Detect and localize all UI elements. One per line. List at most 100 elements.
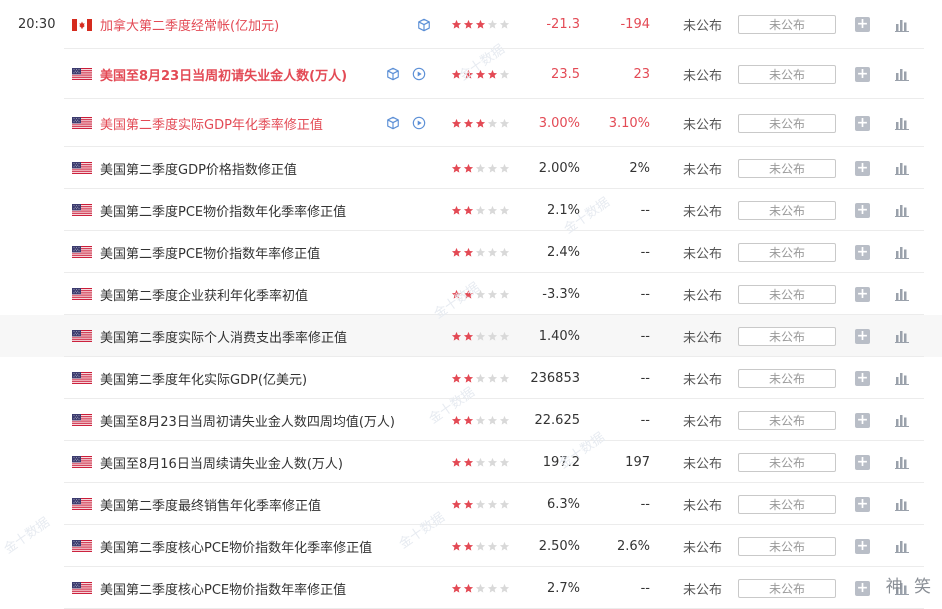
event-name[interactable]: 美国第二季度PCE物价指数年率修正值 [100, 231, 320, 273]
add-alert-cell: + [855, 0, 871, 49]
result-button[interactable]: 未公布 [738, 113, 836, 133]
star-icon [475, 583, 486, 594]
actual-value: 未公布 [683, 246, 723, 262]
event-name[interactable]: 美国第二季度核心PCE物价指数年化季率修正值 [100, 525, 372, 567]
plus-icon[interactable]: + [855, 202, 870, 218]
star-icon [451, 163, 462, 174]
event-name[interactable]: 美国第二季度年化实际GDP(亿美元) [100, 357, 307, 399]
event-name[interactable]: 美国第二季度最终销售年化季率修正值 [100, 483, 321, 525]
cube-icon[interactable] [386, 67, 400, 81]
table-row[interactable]: 美国第二季度PCE物价指数年化季率修正值 2.1% -- 未公布 未公布 + [0, 189, 942, 231]
chart-icon[interactable] [895, 231, 911, 273]
result-button[interactable]: 未公布 [738, 452, 836, 472]
table-row[interactable]: 美国第二季度实际GDP年化季率修正值 3.00% 3.10% 未公布 未公布 + [0, 99, 942, 147]
result-button[interactable]: 未公布 [738, 494, 836, 514]
previous-value: -21.3 [546, 17, 580, 32]
forecast-value: -- [640, 496, 650, 512]
event-name[interactable]: 美国至8月23日当周初请失业金人数(万人) [100, 49, 347, 99]
result-button[interactable]: 未公布 [738, 326, 836, 346]
event-name[interactable]: 美国第二季度实际GDP年化季率修正值 [100, 99, 323, 147]
previous-value: 2.50% [538, 538, 580, 554]
plus-icon[interactable]: + [855, 496, 870, 512]
plus-icon[interactable]: + [855, 115, 870, 131]
forecast-value: -- [640, 370, 650, 386]
plus-icon[interactable]: + [855, 370, 870, 386]
cube-icon[interactable] [386, 116, 400, 130]
event-name[interactable]: 美国第二季度企业获利年化季率初值 [100, 273, 308, 315]
chart-icon[interactable] [895, 147, 911, 189]
chart-icon[interactable] [895, 99, 911, 147]
table-row[interactable]: 美国第二季度最终销售年化季率修正值 6.3% -- 未公布 未公布 + [0, 483, 942, 525]
result-button[interactable]: 未公布 [738, 284, 836, 304]
result-button[interactable]: 未公布 [738, 242, 836, 262]
us-flag-icon [72, 273, 92, 315]
table-row[interactable]: 美国第二季度实际个人消费支出季率修正值 1.40% -- 未公布 未公布 + [0, 315, 942, 357]
result-button[interactable]: 未公布 [738, 536, 836, 556]
plus-icon[interactable]: + [855, 244, 870, 260]
table-row[interactable]: 美国第二季度GDP价格指数修正值 2.00% 2% 未公布 未公布 + [0, 147, 942, 189]
result-button[interactable]: 未公布 [738, 64, 836, 84]
previous-value: 236853 [530, 370, 580, 386]
plus-icon[interactable]: + [855, 286, 870, 302]
chart-icon[interactable] [895, 315, 911, 357]
chart-icon[interactable] [895, 483, 911, 525]
result-button[interactable]: 未公布 [738, 368, 836, 388]
table-row[interactable]: 美国第二季度核心PCE物价指数年化季率修正值 2.50% 2.6% 未公布 未公布 + [0, 525, 942, 567]
chart-icon[interactable] [895, 49, 911, 99]
plus-icon[interactable]: + [855, 454, 870, 470]
play-icon[interactable] [412, 116, 426, 130]
plus-icon[interactable]: + [855, 17, 870, 32]
plus-icon[interactable]: + [855, 160, 870, 176]
result-button[interactable]: 未公布 [738, 200, 836, 220]
add-alert-cell: + [855, 99, 871, 147]
plus-icon[interactable]: + [855, 328, 870, 344]
chart-icon[interactable] [895, 0, 911, 49]
star-icon [451, 247, 462, 258]
chart-icon[interactable] [895, 189, 911, 231]
actual-value: 未公布 [683, 330, 723, 346]
star-icon [499, 118, 510, 129]
table-row[interactable]: 美国至8月23日当周初请失业金人数四周均值(万人) 22.625 -- 未公布 未公布 + [0, 399, 942, 441]
chart-icon[interactable] [895, 441, 911, 483]
star-icon [451, 19, 462, 30]
table-row[interactable]: 美国第二季度企业获利年化季率初值 -3.3% -- 未公布 未公布 + [0, 273, 942, 315]
result-button[interactable]: 未公布 [738, 158, 836, 178]
event-name[interactable]: 美国第二季度实际个人消费支出季率修正值 [100, 315, 347, 357]
star-icon [475, 373, 486, 384]
importance-stars [451, 189, 511, 231]
chart-icon[interactable] [895, 525, 911, 567]
chart-icon[interactable] [895, 399, 911, 441]
chart-icon[interactable] [895, 273, 911, 315]
event-name[interactable]: 美国第二季度核心PCE物价指数年率修正值 [100, 567, 346, 609]
table-row[interactable]: 20:30 加拿大第二季度经常帐(亿加元) -21.3 -194 未公布 未公布 + [0, 0, 942, 49]
plus-icon[interactable]: + [855, 538, 870, 554]
event-name[interactable]: 加拿大第二季度经常帐(亿加元) [100, 0, 279, 49]
actual-value: 未公布 [683, 68, 723, 84]
star-icon [487, 289, 498, 300]
result-button[interactable]: 未公布 [738, 578, 836, 598]
table-row[interactable]: 美国第二季度核心PCE物价指数年率修正值 2.7% -- 未公布 未公布 + [0, 567, 942, 609]
plus-icon[interactable]: + [855, 66, 870, 82]
event-name[interactable]: 美国第二季度GDP价格指数修正值 [100, 147, 297, 189]
chart-icon[interactable] [895, 357, 911, 399]
cube-icon[interactable] [417, 18, 431, 32]
table-row[interactable]: 美国至8月16日当周续请失业金人数(万人) 197.2 197 未公布 未公布 + [0, 441, 942, 483]
previous-value: 2.7% [546, 580, 580, 596]
event-name[interactable]: 美国至8月16日当周续请失业金人数(万人) [100, 441, 343, 483]
play-icon[interactable] [412, 67, 426, 81]
us-flag-icon [72, 147, 92, 189]
event-name[interactable]: 美国至8月23日当周初请失业金人数四周均值(万人) [100, 399, 395, 441]
plus-icon[interactable]: + [855, 412, 870, 428]
star-icon [451, 415, 462, 426]
result-button[interactable]: 未公布 [738, 15, 836, 34]
table-row[interactable]: 美国第二季度年化实际GDP(亿美元) 236853 -- 未公布 未公布 + [0, 357, 942, 399]
table-row[interactable]: 美国至8月23日当周初请失业金人数(万人) 23.5 23 未公布 未公布 + [0, 49, 942, 99]
result-button[interactable]: 未公布 [738, 410, 836, 430]
star-icon [451, 69, 462, 80]
forecast-value: 197 [625, 454, 650, 470]
star-icon [499, 247, 510, 258]
add-alert-cell: + [855, 357, 871, 399]
table-row[interactable]: 美国第二季度PCE物价指数年率修正值 2.4% -- 未公布 未公布 + [0, 231, 942, 273]
plus-icon[interactable]: + [855, 580, 870, 596]
event-name[interactable]: 美国第二季度PCE物价指数年化季率修正值 [100, 189, 346, 231]
